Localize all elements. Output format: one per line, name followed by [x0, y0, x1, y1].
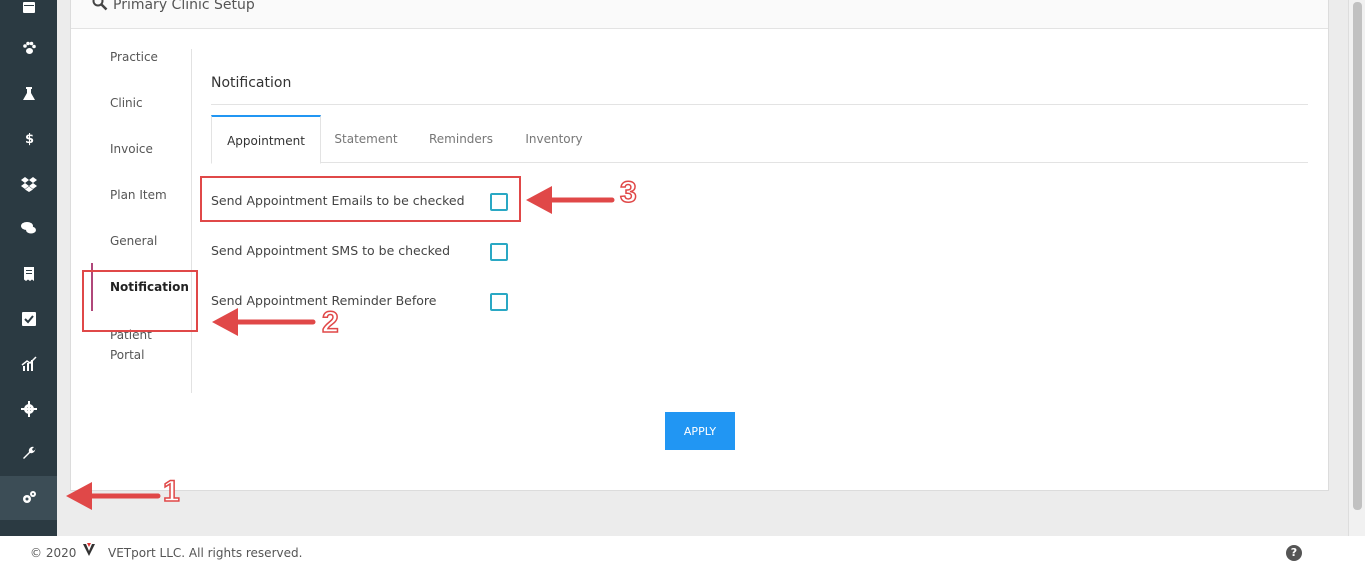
tab-statement[interactable]: Statement: [324, 115, 408, 163]
help-icon[interactable]: ?: [1286, 545, 1302, 561]
annotation-number-2: 2: [321, 305, 339, 340]
highlight-box-notification: [82, 270, 198, 332]
clinic-setup-panel: Primary Clinic Setup Practice Clinic Inv…: [70, 0, 1329, 491]
cogs-icon[interactable]: [0, 476, 57, 520]
svg-text:$: $: [25, 132, 34, 146]
page-footer: © 2020 VETport LLC. All rights reserved.…: [0, 536, 1365, 571]
subnav-item-clinic[interactable]: Clinic: [91, 93, 191, 113]
section-title: Notification: [211, 75, 292, 91]
notification-tabs: Appointment Statement Reminders Inventor…: [211, 115, 1308, 164]
panel-title: Primary Clinic Setup: [113, 0, 255, 13]
gear-icon[interactable]: [0, 387, 57, 431]
subnav-item-general[interactable]: General: [91, 231, 191, 251]
subnav-item-plan-item[interactable]: Plan Item: [91, 185, 191, 205]
settings-subnav: Practice Clinic Invoice Plan Item Genera…: [91, 49, 192, 393]
checkbox-reminder[interactable]: [490, 293, 508, 311]
checkbox-sms[interactable]: [490, 243, 508, 261]
copyright-company: VETport LLC. All rights reserved.: [108, 546, 303, 560]
dollar-icon[interactable]: $: [0, 116, 57, 160]
subnav-item-practice[interactable]: Practice: [91, 47, 191, 67]
receipt-icon[interactable]: [0, 252, 57, 296]
flask-icon[interactable]: [0, 72, 57, 116]
vetport-logo-icon: [83, 543, 95, 556]
arrow-annotation-3: [526, 186, 615, 214]
annotation-number-1: 1: [162, 474, 180, 509]
chat-icon[interactable]: [0, 206, 57, 250]
scrollbar-thumb[interactable]: [1353, 2, 1362, 510]
paw-icon[interactable]: [0, 26, 57, 70]
chart-icon[interactable]: [0, 342, 57, 386]
dropbox-icon[interactable]: [0, 162, 57, 206]
wrench-icon[interactable]: [0, 432, 57, 476]
copyright-text: © 2020 VETport LLC. All rights reserved.: [30, 546, 302, 560]
tab-appointment[interactable]: Appointment: [211, 115, 321, 164]
section-divider: [211, 104, 1308, 105]
copyright-prefix: © 2020: [30, 546, 77, 560]
tab-inventory[interactable]: Inventory: [514, 115, 594, 163]
apply-button[interactable]: APPLY: [665, 412, 735, 450]
panel-header: Primary Clinic Setup: [71, 0, 1328, 29]
checkbox-icon[interactable]: [0, 297, 57, 341]
vertical-scrollbar[interactable]: [1348, 0, 1365, 536]
annotation-number-3: 3: [619, 175, 637, 210]
option-label-sms: Send Appointment SMS to be checked: [211, 243, 451, 258]
arrow-annotation-1: [66, 482, 161, 510]
tab-reminders[interactable]: Reminders: [418, 115, 504, 163]
search-icon: [92, 0, 108, 11]
calendar-icon[interactable]: [0, 0, 57, 29]
subnav-item-invoice[interactable]: Invoice: [91, 139, 191, 159]
highlight-box-emails: [200, 176, 521, 222]
left-sidebar: $: [0, 0, 57, 536]
arrow-annotation-2: [212, 308, 316, 336]
